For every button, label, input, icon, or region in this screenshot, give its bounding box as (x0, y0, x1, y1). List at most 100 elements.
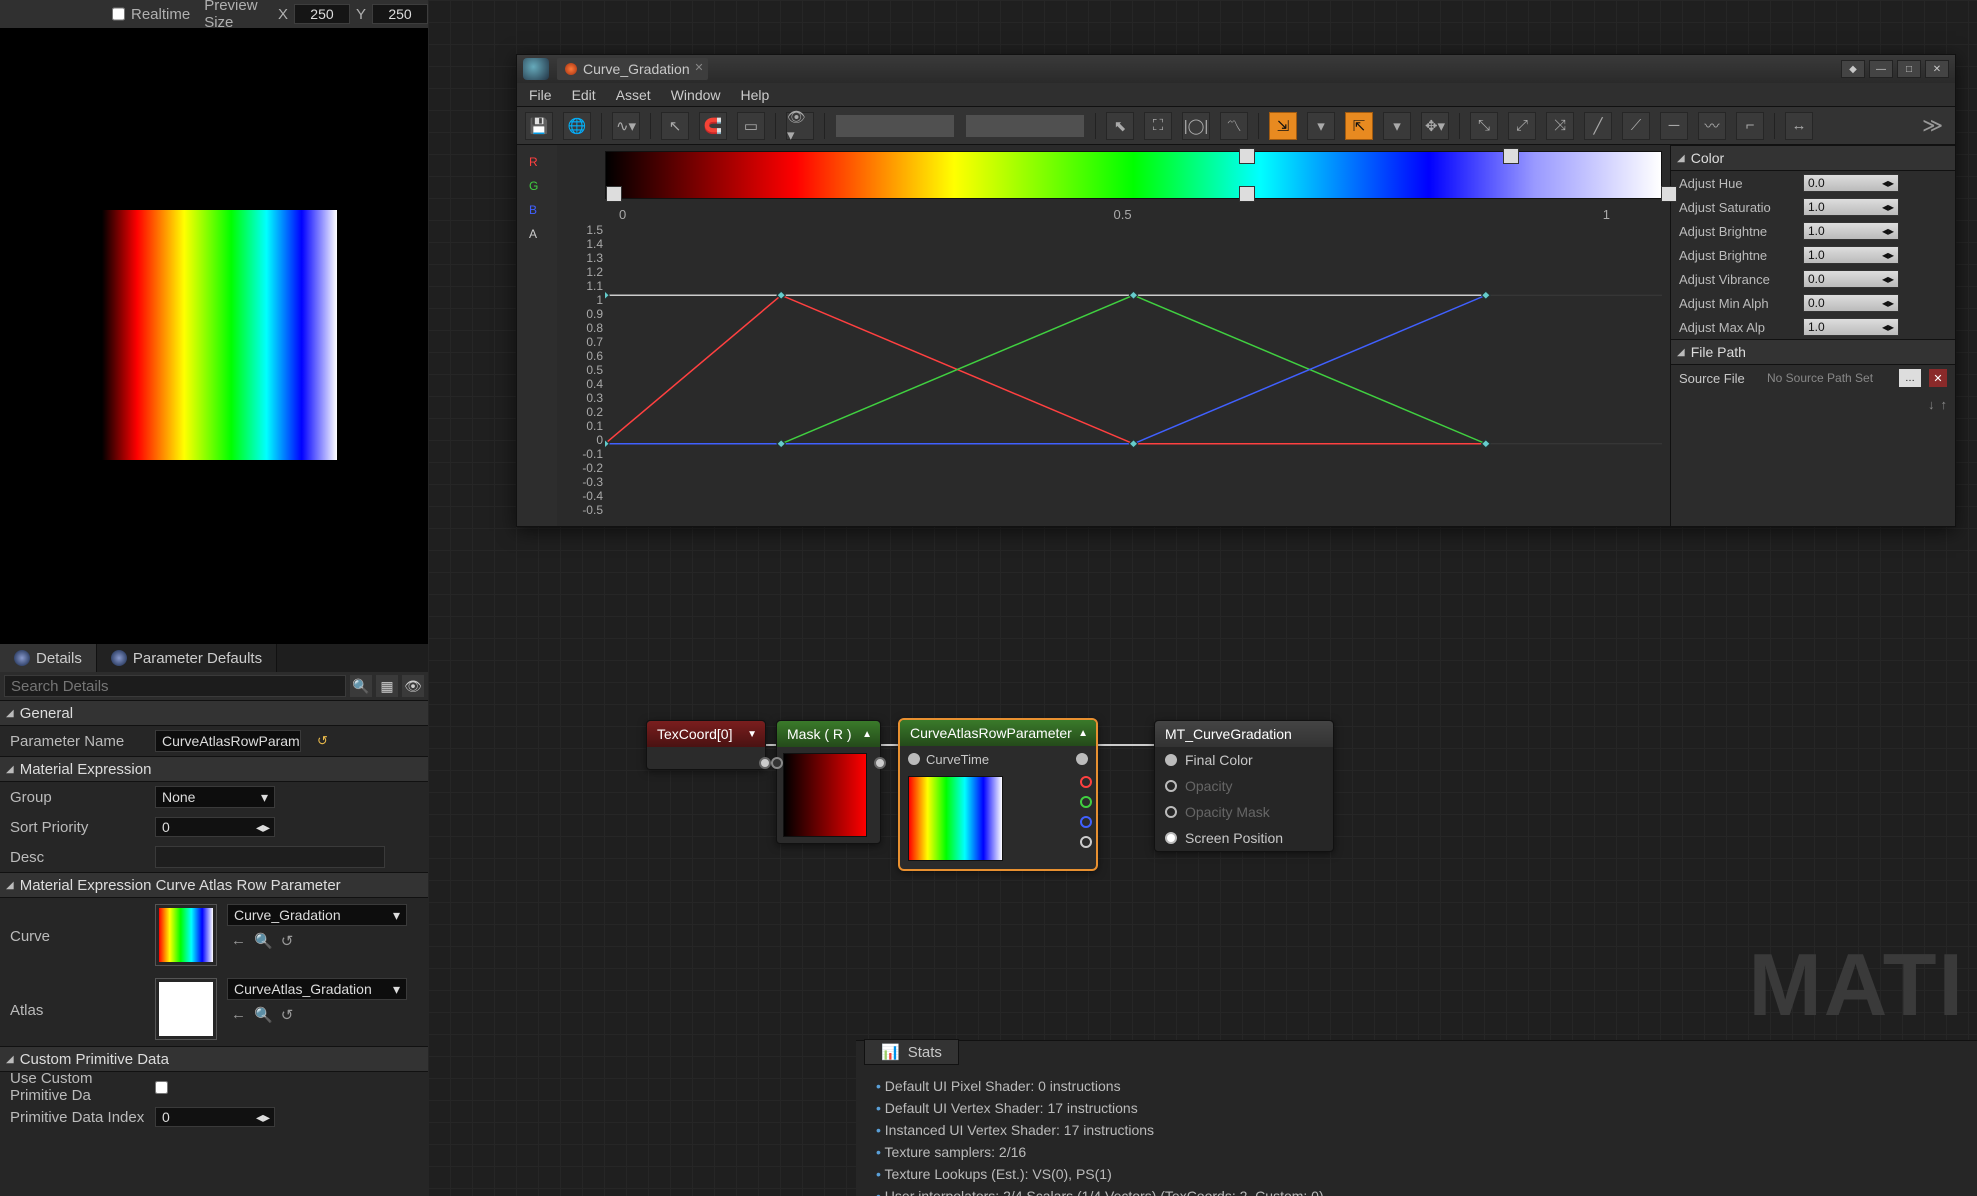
snap-time-icon[interactable]: ⇲ (1269, 112, 1297, 140)
group-general[interactable]: General (0, 700, 428, 726)
output-pin-g[interactable] (1080, 796, 1092, 808)
download-icon[interactable]: ↓ (1928, 397, 1935, 412)
adjust-hue-field[interactable]: 0.0◂▸ (1803, 174, 1899, 192)
tangent-cubic-icon[interactable]: 〰 (1698, 112, 1726, 140)
menu-asset[interactable]: Asset (616, 87, 651, 103)
search-icon[interactable]: 🔍 (350, 675, 372, 697)
upload-icon[interactable]: ↑ (1941, 397, 1948, 412)
adjust-vibrance-field[interactable]: 0.0◂▸ (1803, 270, 1899, 288)
clear-file-button[interactable]: ✕ (1929, 369, 1947, 387)
atlas-thumbnail[interactable] (155, 978, 217, 1040)
gradient-key[interactable] (1661, 186, 1677, 202)
pin-screen-position[interactable] (1165, 832, 1177, 844)
wave-icon[interactable]: ∿▾ (612, 112, 640, 140)
time-field[interactable] (835, 114, 955, 138)
output-pin-a[interactable] (1080, 836, 1092, 848)
save-icon[interactable]: 💾 (525, 112, 553, 140)
reset-icon[interactable]: ↺ (281, 1006, 294, 1024)
menu-window[interactable]: Window (671, 87, 721, 103)
curve-thumbnail[interactable] (155, 904, 217, 966)
channel-a[interactable]: A (529, 227, 545, 241)
frame-sel-icon[interactable]: |◯| (1182, 112, 1210, 140)
node-texcoord[interactable]: TexCoord[0]▼ (646, 720, 766, 770)
rect-icon[interactable]: ▭ (737, 112, 765, 140)
magnet-icon[interactable]: 🧲 (699, 112, 727, 140)
preview-y-field[interactable] (372, 4, 428, 24)
output-pin-r[interactable] (1080, 776, 1092, 788)
gradient-key[interactable] (1239, 148, 1255, 164)
menu-help[interactable]: Help (741, 87, 770, 103)
collapse-icon[interactable]: ▲ (1078, 728, 1088, 739)
tangent-user-icon[interactable]: ⤢ (1508, 112, 1536, 140)
use-selected-icon[interactable]: ← (231, 932, 246, 950)
input-pin[interactable] (771, 757, 783, 769)
adjust-max-alpha-field[interactable]: 1.0◂▸ (1803, 318, 1899, 336)
section-file-path[interactable]: File Path (1671, 339, 1955, 365)
value-field[interactable] (965, 114, 1085, 138)
window-titlebar[interactable]: Curve_Gradation ✕ ◆ — □ ✕ (517, 55, 1955, 83)
adjust-saturation-field[interactable]: 1.0◂▸ (1803, 198, 1899, 216)
tab-parameter-defaults[interactable]: Parameter Defaults (97, 644, 277, 672)
group-material-expression[interactable]: Material Expression (0, 756, 428, 782)
pin-opacity[interactable] (1165, 780, 1177, 792)
reset-icon[interactable]: ↺ (281, 932, 294, 950)
tangent-flat-icon[interactable]: ─ (1660, 112, 1688, 140)
snap-time-dropdown-icon[interactable]: ▾ (1307, 112, 1335, 140)
grid-icon[interactable]: ▦ (376, 675, 398, 697)
pointer-icon[interactable]: ↖ (661, 112, 689, 140)
channel-b[interactable]: B (529, 203, 545, 217)
channel-r[interactable]: R (529, 155, 545, 169)
minimize-button[interactable]: — (1869, 60, 1893, 78)
pin-opacity-mask[interactable] (1165, 806, 1177, 818)
move-icon[interactable]: ✥▾ (1421, 112, 1449, 140)
sort-priority-field[interactable]: 0◂▸ (155, 817, 275, 837)
tangent-linear-icon[interactable]: ╱ (1584, 112, 1612, 140)
snap-value-icon[interactable]: ⇱ (1345, 112, 1373, 140)
snap-value-dropdown-icon[interactable]: ▾ (1383, 112, 1411, 140)
menu-file[interactable]: File (529, 87, 552, 103)
section-color[interactable]: Color (1671, 145, 1955, 171)
tangent-weighted-icon[interactable]: ⟋ (1622, 112, 1650, 140)
output-pin[interactable] (759, 757, 771, 769)
gradient-key[interactable] (606, 186, 622, 202)
collapse-icon[interactable]: ▼ (747, 729, 757, 740)
parameter-name-field[interactable] (155, 730, 301, 752)
output-pin[interactable] (874, 757, 886, 769)
close-button[interactable]: ✕ (1925, 60, 1949, 78)
close-tab-icon[interactable]: ✕ (694, 61, 703, 74)
node-material-result[interactable]: MT_CurveGradation Final Color Opacity Op… (1154, 720, 1334, 852)
find-icon[interactable]: 🔍 (254, 932, 273, 950)
gradient-key[interactable] (1503, 148, 1519, 164)
curve-editor-tab[interactable]: Curve_Gradation ✕ (557, 58, 708, 80)
group-curve-atlas-param[interactable]: Material Expression Curve Atlas Row Para… (0, 872, 428, 898)
realtime-checkbox[interactable] (112, 6, 125, 22)
axis-icon[interactable]: ↔ (1785, 112, 1813, 140)
frame-all-icon[interactable]: ⛶ (1144, 112, 1172, 140)
browse-file-button[interactable]: … (1899, 369, 1921, 387)
eye-icon[interactable]: 👁 (402, 675, 424, 697)
output-pin-rgba[interactable] (1076, 753, 1088, 765)
desc-field[interactable] (155, 846, 385, 868)
curve-graph-area[interactable]: 0 0.5 1 1.51.41.31.21.110.90.80.70.60.50… (557, 145, 1670, 526)
group-custom-primitive-data[interactable]: Custom Primitive Data (0, 1046, 428, 1072)
material-graph[interactable]: MATI TexCoord[0]▼ Mask ( R )▲ CurveAtlas… (428, 0, 1977, 1196)
curve-plot[interactable] (605, 221, 1662, 518)
preview-viewport[interactable] (0, 28, 428, 644)
select-mode-icon[interactable]: ⬉ (1106, 112, 1134, 140)
zigzag-icon[interactable]: 〽 (1220, 112, 1248, 140)
prim-index-field[interactable]: 0◂▸ (155, 1107, 275, 1127)
stats-tab[interactable]: 📊Stats (864, 1039, 959, 1065)
menu-edit[interactable]: Edit (572, 87, 596, 103)
adjust-min-alpha-field[interactable]: 0.0◂▸ (1803, 294, 1899, 312)
tangent-break-icon[interactable]: ⤨ (1546, 112, 1574, 140)
group-combo[interactable]: None▾ (155, 786, 275, 808)
collapse-icon[interactable]: ▲ (862, 729, 872, 740)
adjust-brightness2-field[interactable]: 1.0◂▸ (1803, 246, 1899, 264)
node-curve-atlas-row-parameter[interactable]: CurveAtlasRowParameter▲ CurveTime (898, 718, 1098, 871)
adjust-brightness1-field[interactable]: 1.0◂▸ (1803, 222, 1899, 240)
diamond-icon[interactable]: ◆ (1841, 60, 1865, 78)
output-pin-b[interactable] (1080, 816, 1092, 828)
curve-editor-window[interactable]: Curve_Gradation ✕ ◆ — □ ✕ File Edit Asse… (516, 54, 1956, 527)
visibility-icon[interactable]: 👁▾ (786, 112, 814, 140)
reset-icon[interactable]: ↺ (317, 733, 328, 749)
